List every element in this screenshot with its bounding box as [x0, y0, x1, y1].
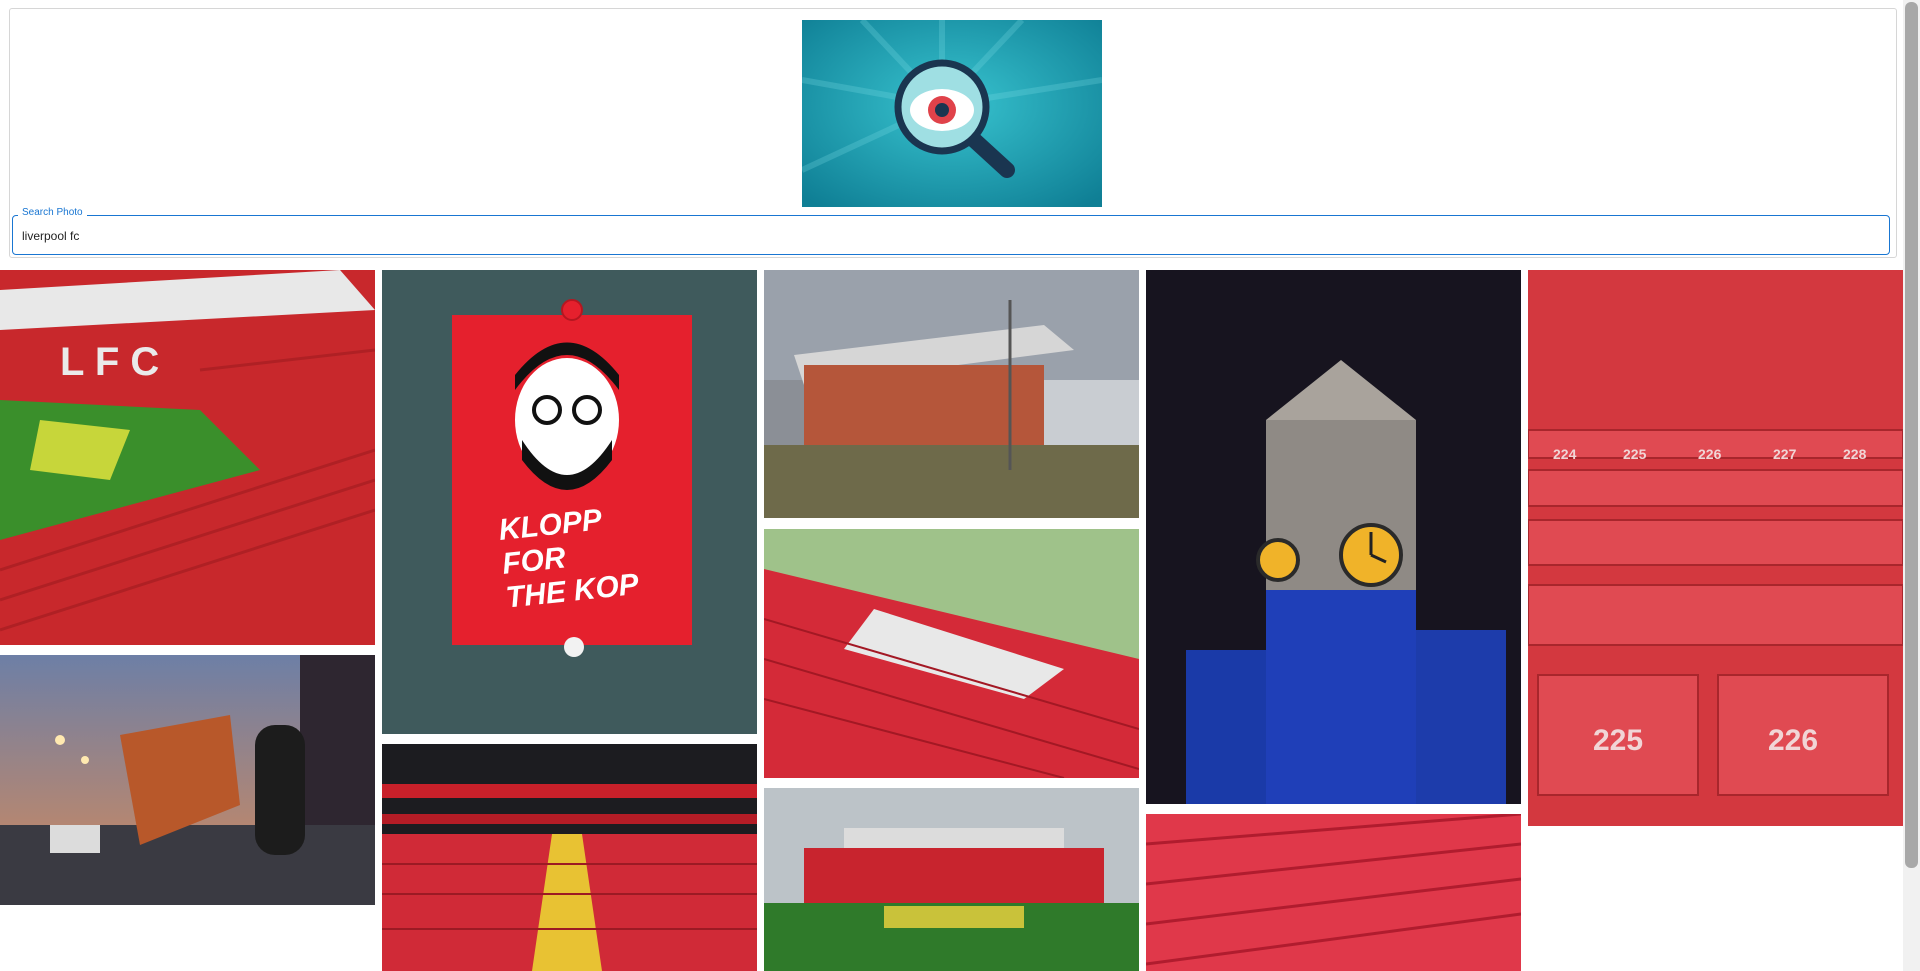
seat-label-224: 224: [1553, 446, 1577, 462]
photo-anfield-stands[interactable]: L F C: [0, 270, 375, 645]
photo-stand-stairs[interactable]: [382, 744, 757, 971]
scrollbar-thumb[interactable]: [1905, 2, 1918, 868]
svg-text:227: 227: [1773, 446, 1797, 462]
photo-aerial-stand[interactable]: [764, 788, 1139, 971]
magnifier-eye-icon: [802, 20, 1102, 207]
search-field-label: Search Photo: [18, 207, 87, 219]
photo-red-seat-rows[interactable]: [1146, 814, 1521, 971]
poster-text: KLOPP FOR THE KOP: [497, 496, 677, 615]
svg-text:L F C: L F C: [60, 340, 159, 384]
app-logo: [802, 20, 1102, 207]
photo-numbered-seats[interactable]: 224 225 226 227 228 225 226: [1528, 270, 1903, 826]
page-scrollbar[interactable]: [1903, 0, 1920, 971]
svg-text:228: 228: [1843, 446, 1867, 462]
photo-fans-flag[interactable]: [0, 655, 375, 905]
svg-text:225: 225: [1623, 446, 1647, 462]
photo-stadium-exterior[interactable]: [764, 270, 1139, 518]
search-input[interactable]: [22, 225, 1882, 247]
photo-empty-seats[interactable]: [764, 529, 1139, 778]
photo-liver-building[interactable]: [1146, 270, 1521, 804]
seat-label-225: 225: [1593, 724, 1643, 757]
photo-klopp-poster[interactable]: KLOPP FOR THE KOP: [382, 270, 757, 734]
seat-label-226: 226: [1768, 724, 1818, 757]
svg-text:226: 226: [1698, 446, 1722, 462]
